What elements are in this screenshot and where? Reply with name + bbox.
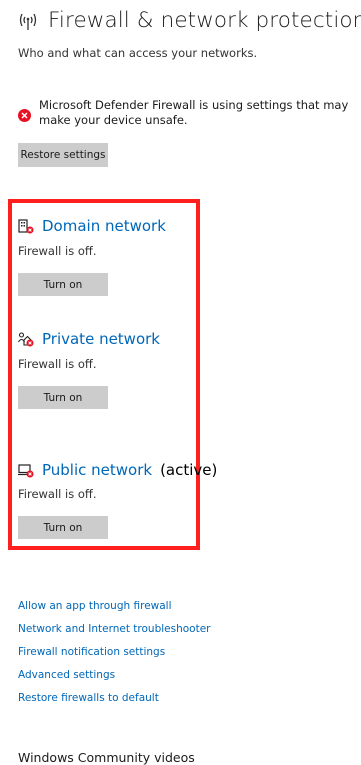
community-videos-heading: Windows Community videos: [18, 750, 195, 765]
restore-settings-button[interactable]: Restore settings: [18, 143, 108, 167]
troubleshooter-link[interactable]: Network and Internet troubleshooter: [18, 622, 211, 645]
private-turn-on-button[interactable]: Turn on: [18, 386, 108, 409]
advanced-settings-link[interactable]: Advanced settings: [18, 668, 211, 691]
private-network-header[interactable]: Private network: [18, 330, 160, 348]
private-network-link[interactable]: Private network: [42, 330, 160, 348]
public-network-header[interactable]: Public network (active): [18, 461, 217, 479]
domain-network-status: Firewall is off.: [18, 244, 97, 258]
domain-network-icon: [18, 218, 34, 234]
wireless-signal-icon: [18, 10, 38, 32]
domain-network-header[interactable]: Domain network: [18, 217, 166, 235]
public-turn-on-button[interactable]: Turn on: [18, 516, 108, 539]
page-subtitle: Who and what can access your networks.: [18, 46, 258, 60]
allow-app-link[interactable]: Allow an app through firewall: [18, 599, 211, 622]
warning-text: Microsoft Defender Firewall is using set…: [39, 98, 349, 127]
error-circle-icon: [18, 107, 31, 122]
private-network-icon: [18, 331, 34, 347]
domain-network-link[interactable]: Domain network: [42, 217, 166, 235]
restore-defaults-link[interactable]: Restore firewalls to default: [18, 691, 211, 714]
domain-turn-on-button[interactable]: Turn on: [18, 273, 108, 296]
active-label: (active): [160, 461, 218, 479]
firewall-page: Firewall & network protection Who and wh…: [0, 0, 361, 765]
settings-links: Allow an app through firewall Network an…: [18, 599, 211, 714]
notification-settings-link[interactable]: Firewall notification settings: [18, 645, 211, 668]
page-header: Firewall & network protection: [18, 8, 361, 33]
page-title: Firewall & network protection: [48, 8, 361, 33]
public-network-icon: [18, 462, 34, 478]
public-network-status: Firewall is off.: [18, 487, 97, 501]
public-network-link[interactable]: Public network: [42, 461, 152, 479]
private-network-status: Firewall is off.: [18, 357, 97, 371]
